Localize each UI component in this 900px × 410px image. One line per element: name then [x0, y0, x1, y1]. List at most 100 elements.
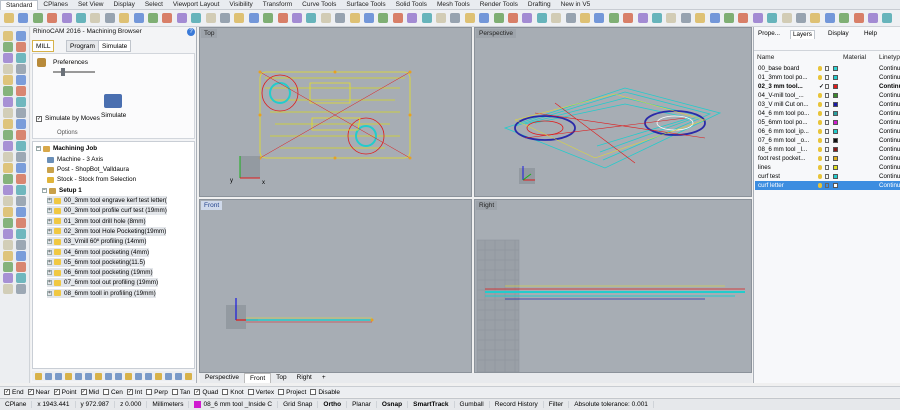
tool-palette-icon[interactable]: [3, 97, 13, 107]
speed-slider-handle[interactable]: [61, 68, 65, 76]
toolbar-tool-icon[interactable]: [522, 13, 533, 23]
toolbar-tool-icon[interactable]: [349, 13, 360, 23]
visibility-bulb-icon[interactable]: [818, 120, 822, 125]
lock-icon[interactable]: [825, 111, 829, 116]
tree-tool-icon[interactable]: [165, 373, 172, 380]
toolbar-tool-icon[interactable]: [4, 13, 14, 23]
tool-palette-icon[interactable]: [16, 251, 26, 261]
tool-palette-icon[interactable]: [3, 108, 13, 118]
lock-icon[interactable]: [825, 138, 829, 143]
tool-palette-icon[interactable]: [16, 108, 26, 118]
toolbar-tool-icon[interactable]: [364, 13, 374, 23]
tab-properties[interactable]: Prope...: [756, 30, 782, 39]
expand-icon[interactable]: +: [47, 280, 52, 286]
tool-palette-icon[interactable]: [3, 141, 13, 151]
layer-color-swatch[interactable]: [833, 183, 838, 188]
toolbar-tool-icon[interactable]: [421, 13, 432, 23]
viewport-right[interactable]: Right: [474, 199, 752, 373]
tree-tool-icon[interactable]: [145, 373, 152, 380]
osnap-point[interactable]: ✓ Point: [53, 389, 77, 396]
tree-tool-icon[interactable]: [95, 373, 102, 380]
tree-tool-icon[interactable]: [175, 373, 182, 380]
tree-operation[interactable]: +08_6mm tooll in profiling (19mm): [47, 288, 156, 298]
toolbar-tool-icon[interactable]: [292, 13, 302, 23]
osnap-perp[interactable]: Perp: [146, 389, 168, 396]
visibility-bulb-icon[interactable]: [818, 93, 822, 98]
layer-row[interactable]: lines Continu: [755, 163, 900, 172]
preferences-label[interactable]: Preferences: [53, 59, 88, 66]
tool-palette-icon[interactable]: [3, 196, 13, 206]
toolbar-tool-icon[interactable]: [536, 13, 547, 23]
toolbar-tool-icon[interactable]: [551, 13, 562, 23]
tool-palette-icon[interactable]: [3, 152, 13, 162]
lock-icon[interactable]: [825, 93, 829, 98]
visibility-bulb-icon[interactable]: [818, 102, 822, 107]
layer-color-swatch[interactable]: [833, 147, 838, 152]
toolbar-tool-icon[interactable]: [90, 13, 101, 23]
tool-palette-icon[interactable]: [3, 119, 13, 129]
toolbar-tool-icon[interactable]: [32, 13, 43, 23]
tree-tool-icon[interactable]: [65, 373, 72, 380]
toolbar-tool-icon[interactable]: [320, 13, 331, 23]
toolbar-tool-icon[interactable]: [436, 13, 446, 23]
expand-icon[interactable]: +: [47, 259, 52, 265]
toolbar-tab-2[interactable]: Set View: [73, 0, 109, 10]
tree-tool-icon[interactable]: [135, 373, 142, 380]
toolbar-tool-icon[interactable]: [781, 13, 792, 23]
osnap-checkbox[interactable]: [146, 389, 153, 395]
layer-color-swatch[interactable]: [833, 102, 838, 107]
osnap-checkbox[interactable]: ✓: [4, 389, 10, 395]
toolbar-tool-icon[interactable]: [162, 13, 173, 23]
osnap-checkbox[interactable]: [171, 389, 178, 395]
osnap-checkbox[interactable]: ✓: [126, 389, 133, 395]
visibility-bulb-icon[interactable]: [818, 138, 822, 143]
toolbar-tool-icon[interactable]: [277, 13, 288, 23]
layer-row[interactable]: curf test Continu: [755, 172, 900, 181]
tool-palette-icon[interactable]: [3, 185, 13, 195]
tool-palette-icon[interactable]: [16, 218, 26, 228]
toolbar-tool-icon[interactable]: [839, 13, 850, 23]
tool-palette-icon[interactable]: [3, 53, 13, 63]
tree-operation[interactable]: +00_3mm tool profile curf test (19mm): [47, 206, 167, 216]
tab-mill[interactable]: MILL: [32, 40, 55, 52]
toolbar-tab-14[interactable]: New in V5: [556, 0, 596, 10]
tab-help[interactable]: Help: [862, 30, 879, 39]
toolbar-tab-4[interactable]: Select: [140, 0, 168, 10]
lock-icon[interactable]: [825, 156, 829, 161]
layer-color-swatch[interactable]: [833, 84, 838, 89]
layer-color-swatch[interactable]: [833, 93, 838, 98]
expand-icon[interactable]: +: [47, 270, 52, 276]
tree-tool-icon[interactable]: [35, 373, 42, 380]
layer-color-swatch[interactable]: [833, 111, 838, 116]
layer-row[interactable]: 05_6mm tool po... Continu: [755, 118, 900, 127]
tool-palette-icon[interactable]: [3, 42, 13, 52]
add-viewport-tab[interactable]: +: [317, 373, 331, 383]
layer-color-swatch[interactable]: [833, 156, 838, 161]
toolbar-tab-3[interactable]: Display: [109, 0, 140, 10]
toolbar-tool-icon[interactable]: [493, 13, 504, 23]
simulate-button-label[interactable]: Simulate: [101, 112, 126, 119]
tree-machining-job[interactable]: − Machining Job: [36, 144, 97, 153]
tool-palette-icon[interactable]: [3, 229, 13, 239]
lock-icon[interactable]: [825, 165, 829, 170]
osnap-near[interactable]: ✓ Near: [27, 389, 50, 396]
visibility-bulb-icon[interactable]: [818, 129, 822, 134]
layer-row[interactable]: 04_6 mm tool po... Continu: [755, 109, 900, 118]
visibility-bulb-icon[interactable]: [818, 183, 822, 188]
toolbar-tool-icon[interactable]: [133, 13, 144, 23]
status-toggle-record-history[interactable]: Record History: [490, 401, 544, 408]
tree-operation[interactable]: +00_3mm tool engrave kerf test letter(: [47, 196, 167, 205]
viewport-tab-right[interactable]: Right: [292, 373, 317, 383]
layer-row[interactable]: 04_V-mill tool_... Continu: [755, 91, 900, 100]
osnap-tan[interactable]: Tan: [171, 389, 190, 396]
toolbar-tool-icon[interactable]: [407, 13, 418, 23]
tool-palette-icon[interactable]: [3, 75, 13, 85]
toolbar-tool-icon[interactable]: [450, 13, 461, 23]
osnap-checkbox[interactable]: ✓: [53, 389, 60, 395]
layer-row[interactable]: foot rest pocket... Continu: [755, 154, 900, 163]
lock-icon[interactable]: [825, 120, 829, 125]
tool-palette-icon[interactable]: [3, 218, 13, 228]
osnap-vertex[interactable]: Vertex: [247, 389, 274, 396]
tree-tool-icon[interactable]: [185, 373, 192, 380]
osnap-checkbox[interactable]: [310, 389, 317, 395]
